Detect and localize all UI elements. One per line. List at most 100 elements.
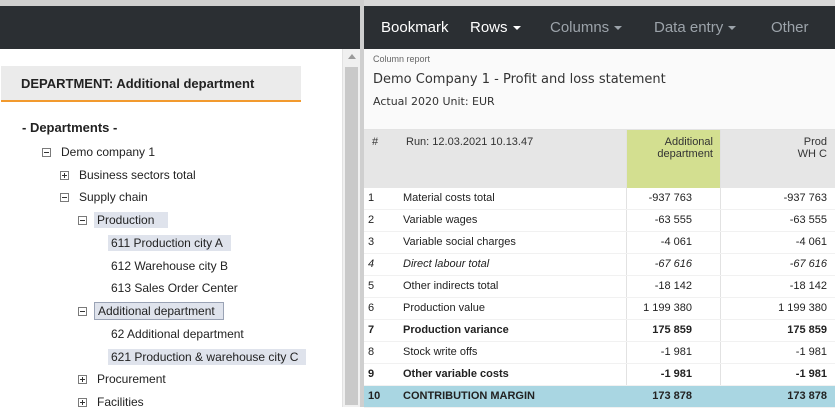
row-label: Direct labour total xyxy=(403,258,490,270)
row-label: CONTRIBUTION MARGIN xyxy=(403,390,535,402)
row-number: 6 xyxy=(368,302,375,314)
cell-additional-department: -67 616 xyxy=(654,258,692,270)
expand-icon[interactable] xyxy=(78,374,87,384)
left-scrollbar[interactable] xyxy=(342,49,360,407)
tree-node-label[interactable]: Supply chain xyxy=(76,189,151,205)
nav-other-label: Other xyxy=(771,19,809,36)
nav-other[interactable]: Other xyxy=(771,6,809,49)
cell-prod-wh-c: -1 981 xyxy=(795,346,827,358)
cell-prod-wh-c: 1 199 380 xyxy=(778,302,827,314)
collapse-icon[interactable] xyxy=(78,306,87,316)
tree-node-production[interactable]: Production xyxy=(78,211,169,229)
scrollbar-thumb[interactable] xyxy=(345,67,358,405)
nav-bookmark[interactable]: Bookmark xyxy=(381,6,449,49)
nav-columns-label: Columns xyxy=(550,19,610,36)
tree-node-label[interactable]: Production xyxy=(94,212,169,228)
row-number: 10 xyxy=(368,390,381,402)
tree-node-business-sectors-total[interactable]: Business sectors total xyxy=(60,166,199,184)
column-report-label: Column report xyxy=(373,54,431,64)
cell-prod-wh-c: -67 616 xyxy=(789,258,827,270)
report-title: Demo Company 1 - Profit and loss stateme… xyxy=(373,72,666,87)
cell-prod-wh-c: -937 763 xyxy=(783,192,827,204)
table-row[interactable]: 3 Variable social charges -4 061 -4 061 xyxy=(364,232,835,254)
expand-icon[interactable] xyxy=(60,170,69,180)
chevron-down-icon xyxy=(728,26,737,30)
table-row[interactable]: 7 Production variance 175 859 175 859 xyxy=(364,320,835,342)
cell-additional-department: 175 859 xyxy=(652,324,692,336)
table-row[interactable]: 2 Variable wages -63 555 -63 555 xyxy=(364,210,835,232)
cell-additional-department: 1 199 380 xyxy=(643,302,692,314)
tree-node-613-sales-order-center[interactable]: 613 Sales Order Center xyxy=(108,279,241,297)
cell-additional-department: -1 981 xyxy=(660,368,692,380)
scroll-up-arrow-icon[interactable] xyxy=(348,54,356,59)
tree-node-label[interactable]: Demo company 1 xyxy=(58,144,158,160)
tree-root-label[interactable]: - Departments - xyxy=(22,120,117,135)
tree-node-label[interactable]: Additional department xyxy=(94,302,224,320)
table-row[interactable]: 8 Stock write offs -1 981 -1 981 xyxy=(364,342,835,364)
tree-node-facilities[interactable]: Facilities xyxy=(78,393,147,411)
row-label: Other indirects total xyxy=(403,280,499,292)
table-row[interactable]: 1 Material costs total -937 763 -937 763 xyxy=(364,188,835,210)
nav-rows-label: Rows xyxy=(470,19,508,36)
nav-columns-menu[interactable]: Columns xyxy=(550,6,623,49)
cell-prod-wh-c: 175 859 xyxy=(787,324,827,336)
table-row[interactable]: 4 Direct labour total -67 616 -67 616 xyxy=(364,254,835,276)
column-header-line: Additional xyxy=(664,136,713,148)
collapse-icon[interactable] xyxy=(60,192,69,202)
tree-node-label[interactable]: 62 Additional department xyxy=(108,326,247,342)
right-panel: Bookmark Rows Columns Data entry Other C… xyxy=(364,0,835,408)
tree-node-label[interactable]: 613 Sales Order Center xyxy=(108,280,241,296)
row-label: Other variable costs xyxy=(403,368,509,380)
tree-node-label[interactable]: 611 Production city A xyxy=(108,235,231,251)
table-row-total[interactable]: 10 CONTRIBUTION MARGIN 173 878 173 878 xyxy=(364,386,835,408)
chevron-down-icon xyxy=(512,26,521,30)
tree-node-612-warehouse-city-b[interactable]: 612 Warehouse city B xyxy=(108,257,231,275)
cell-additional-department: -937 763 xyxy=(648,192,692,204)
row-number: 7 xyxy=(368,324,375,336)
column-header-line: Prod xyxy=(803,136,827,148)
chevron-down-icon xyxy=(614,26,623,30)
tree-node-621-production-warehouse-city-c[interactable]: 621 Production & warehouse city C xyxy=(108,348,307,366)
cell-additional-department: -18 142 xyxy=(654,280,692,292)
row-label: Variable social charges xyxy=(403,236,516,248)
report-header: Column report Demo Company 1 - Profit an… xyxy=(364,49,835,130)
table-row[interactable]: 5 Other indirects total -18 142 -18 142 xyxy=(364,276,835,298)
column-header-prod-wh-c[interactable]: Prod WH C xyxy=(720,130,835,188)
table-row[interactable]: 6 Production value 1 199 380 1 199 380 xyxy=(364,298,835,320)
row-number: 9 xyxy=(368,368,375,380)
cell-prod-wh-c: -18 142 xyxy=(789,280,827,292)
tree-node-label[interactable]: 612 Warehouse city B xyxy=(108,258,231,274)
tree-node-additional-department[interactable]: Additional department xyxy=(78,302,224,320)
tree-node-label[interactable]: Procurement xyxy=(94,371,169,387)
tree-node-label[interactable]: Business sectors total xyxy=(76,167,199,183)
column-header-line: WH C xyxy=(797,148,827,160)
cell-additional-department: -1 981 xyxy=(660,346,692,358)
row-label: Stock write offs xyxy=(403,346,478,358)
tree-node-demo-company-1[interactable]: Demo company 1 xyxy=(42,143,158,161)
row-label: Variable wages xyxy=(403,214,478,226)
tree-node-supply-chain[interactable]: Supply chain xyxy=(60,188,151,206)
row-number: 3 xyxy=(368,236,375,248)
tree-node-procurement[interactable]: Procurement xyxy=(78,370,169,388)
collapse-icon[interactable] xyxy=(42,147,51,157)
nav-rows-menu[interactable]: Rows xyxy=(470,6,521,49)
nav-data-entry-menu[interactable]: Data entry xyxy=(654,6,737,49)
tree-node-62-additional-department[interactable]: 62 Additional department xyxy=(108,325,247,343)
collapse-icon[interactable] xyxy=(78,215,87,225)
row-label: Production variance xyxy=(403,324,509,336)
expand-icon[interactable] xyxy=(78,397,87,407)
row-label: Production value xyxy=(403,302,485,314)
nav-data-entry-label: Data entry xyxy=(654,19,724,36)
tree-node-611-production-city-a[interactable]: 611 Production city A xyxy=(108,234,231,252)
tree-node-label[interactable]: 621 Production & warehouse city C xyxy=(108,349,307,365)
cell-prod-wh-c: -63 555 xyxy=(789,214,827,226)
row-label: Material costs total xyxy=(403,192,495,204)
row-number-header: # xyxy=(372,136,379,148)
tree-node-label[interactable]: Facilities xyxy=(94,394,147,410)
nav-bookmark-label: Bookmark xyxy=(381,19,449,36)
row-number: 4 xyxy=(368,258,375,270)
report-subtitle: Actual 2020 Unit: EUR xyxy=(373,95,495,108)
table-row[interactable]: 9 Other variable costs -1 981 -1 981 xyxy=(364,364,835,386)
column-header-additional-department[interactable]: Additional department xyxy=(626,130,720,188)
row-number: 5 xyxy=(368,280,375,292)
